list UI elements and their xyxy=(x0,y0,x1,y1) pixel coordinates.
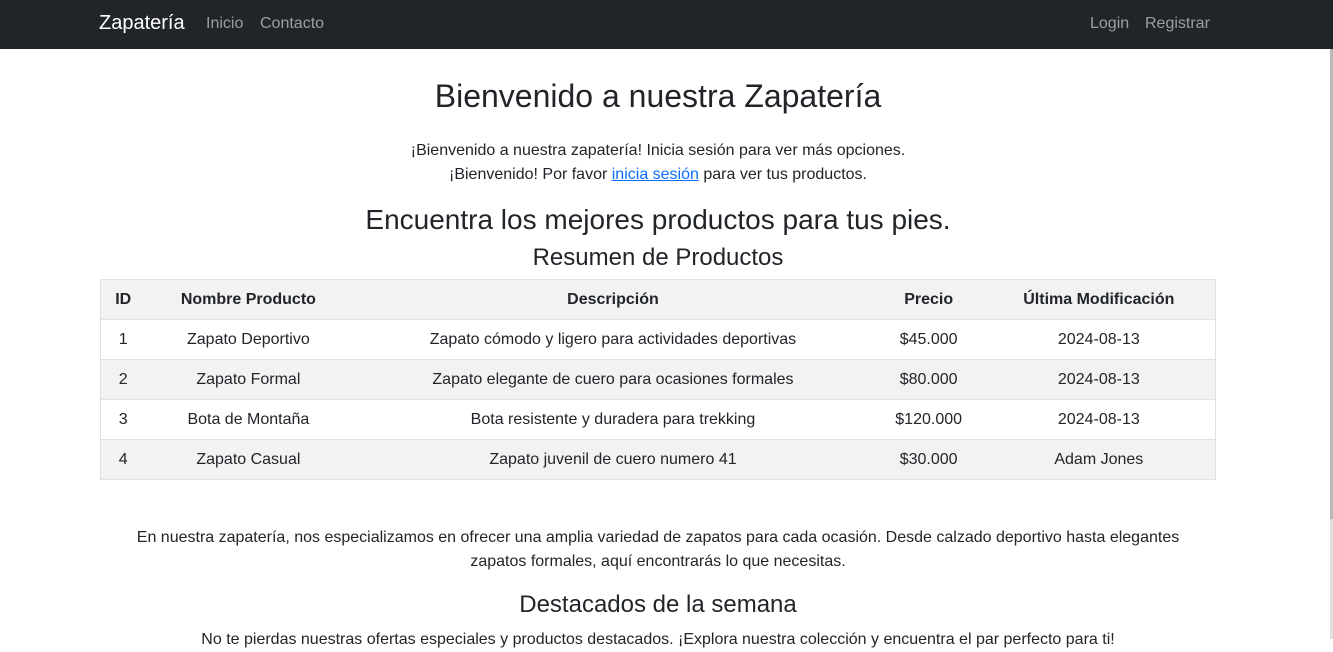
welcome-line-2-suffix: para ver tus productos. xyxy=(698,166,867,183)
cell-name: Zapato Deportivo xyxy=(145,319,352,360)
header-id: ID xyxy=(100,279,146,320)
cell-price: $120.000 xyxy=(874,399,983,440)
welcome-line-2-prefix: ¡Bienvenido! Por favor xyxy=(449,166,612,183)
cell-description: Bota resistente y duradera para trekking xyxy=(351,399,875,440)
cell-id: 4 xyxy=(100,439,146,480)
cell-description: Zapato elegante de cuero para ocasiones … xyxy=(351,359,875,400)
header-modified: Última Modificación xyxy=(982,279,1216,320)
tagline-heading: Encuentra los mejores productos para tus… xyxy=(365,204,951,235)
nav-link-contacto[interactable]: Contacto xyxy=(260,15,324,33)
cell-id: 3 xyxy=(100,399,146,440)
cell-price: $45.000 xyxy=(874,319,983,360)
summary-heading: Resumen de Productos xyxy=(532,244,784,271)
table-row: 2 Zapato Formal Zapato elegante de cuero… xyxy=(100,359,1216,400)
cell-id: 2 xyxy=(100,359,146,400)
weekly-heading: Destacados de la semana xyxy=(519,591,797,618)
nav-link-registrar[interactable]: Registrar xyxy=(1145,15,1210,33)
cell-description: Zapato juvenil de cuero numero 41 xyxy=(351,439,875,480)
cell-name: Zapato Casual xyxy=(145,439,352,480)
nav-link-login[interactable]: Login xyxy=(1090,15,1129,33)
cell-description: Zapato cómodo y ligero para actividades … xyxy=(351,319,875,360)
cell-modified: 2024-08-13 xyxy=(982,319,1216,360)
nav-link-inicio[interactable]: Inicio xyxy=(206,15,243,33)
cell-price: $30.000 xyxy=(874,439,983,480)
cell-modified: 2024-08-13 xyxy=(982,359,1216,400)
products-table: ID Nombre Producto Descripción Precio Úl… xyxy=(100,279,1216,480)
about-paragraph: En nuestra zapatería, nos especializamos… xyxy=(136,529,1180,570)
table-header-row: ID Nombre Producto Descripción Precio Úl… xyxy=(100,279,1216,320)
welcome-line-1: ¡Bienvenido a nuestra zapatería! Inicia … xyxy=(410,142,906,159)
navbar: Zapatería Inicio Contacto Login Registra… xyxy=(0,0,1333,49)
cell-modified: 2024-08-13 xyxy=(982,399,1216,440)
login-link[interactable]: inicia sesión xyxy=(612,166,699,183)
page-title: Bienvenido a nuestra Zapatería xyxy=(434,78,882,114)
cell-name: Bota de Montaña xyxy=(145,399,352,440)
welcome-line-2: ¡Bienvenido! Por favor inicia sesión par… xyxy=(100,163,1216,187)
cell-id: 1 xyxy=(100,319,146,360)
brand-link[interactable]: Zapatería xyxy=(99,12,185,35)
cell-price: $80.000 xyxy=(874,359,983,400)
weekly-paragraph: No te pierdas nuestras ofertas especiale… xyxy=(201,631,1115,648)
table-row: 4 Zapato Casual Zapato juvenil de cuero … xyxy=(100,439,1216,480)
table-row: 1 Zapato Deportivo Zapato cómodo y liger… xyxy=(100,319,1216,360)
header-price: Precio xyxy=(874,279,983,320)
header-name: Nombre Producto xyxy=(145,279,352,320)
welcome-message: ¡Bienvenido a nuestra zapatería! Inicia … xyxy=(100,139,1216,187)
table-row: 3 Bota de Montaña Bota resistente y dura… xyxy=(100,399,1216,440)
cell-name: Zapato Formal xyxy=(145,359,352,400)
header-description: Descripción xyxy=(351,279,875,320)
cell-modified: Adam Jones xyxy=(982,439,1216,480)
